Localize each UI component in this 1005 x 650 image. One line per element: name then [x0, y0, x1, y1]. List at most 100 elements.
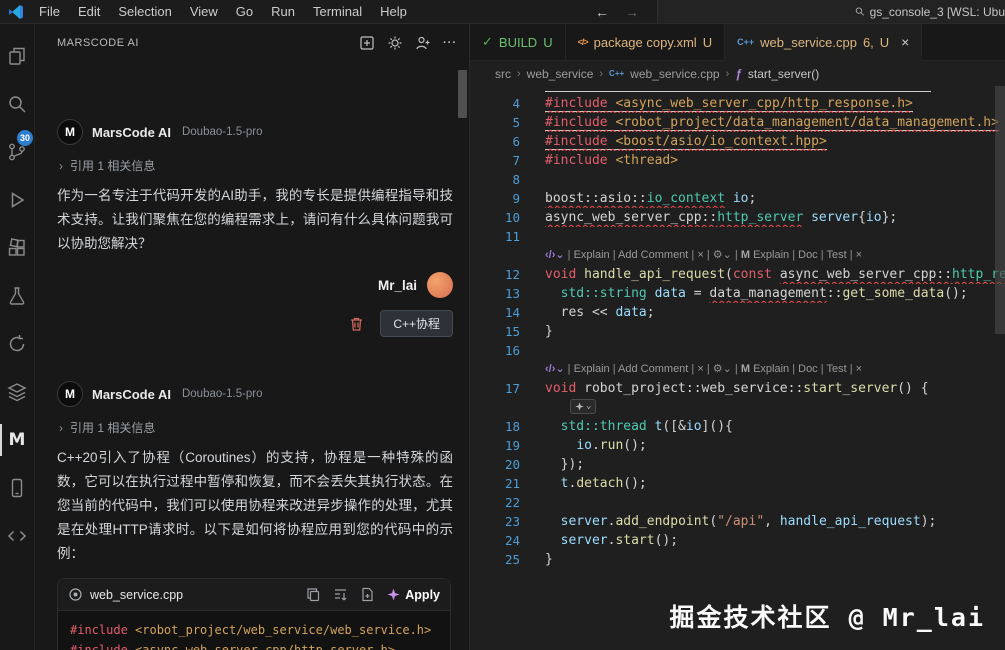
reference-toggle[interactable]: › 引用 1 相关信息: [59, 419, 453, 436]
new-chat-icon[interactable]: [359, 35, 375, 51]
code-line: 13 std::string data = data_management::g…: [470, 284, 1005, 303]
trash-icon: [349, 316, 364, 332]
code-line: 9boost::asio::io_context io;: [470, 189, 1005, 208]
line-number: 10: [470, 208, 540, 227]
menu-file[interactable]: File: [31, 2, 68, 21]
vscode-window: File Edit Selection View Go Run Terminal…: [0, 0, 1005, 650]
tab-web-service-cpp[interactable]: C++ web_service.cpp 6, U ×: [725, 24, 922, 61]
line-number: 9: [470, 189, 540, 208]
assistant-text: 作为一名专注于代码开发的AI助手，我的专长是提供编程指导和技术支持。让我们聚焦在…: [57, 184, 453, 256]
sparkle-icon: [387, 588, 400, 601]
line-number: [470, 86, 540, 94]
context-tag[interactable]: C++协程: [380, 310, 453, 337]
line-number: 18: [470, 417, 540, 436]
close-icon[interactable]: ×: [856, 363, 862, 375]
apply-button[interactable]: Apply: [387, 588, 440, 602]
layers-icon[interactable]: [0, 368, 34, 416]
model-name: Doubao-1.5-pro: [182, 388, 263, 400]
menu-go[interactable]: Go: [228, 2, 261, 21]
inline-action-widget[interactable]: ⌄: [570, 399, 596, 414]
line-number: 7: [470, 151, 540, 170]
menu-run[interactable]: Run: [263, 2, 303, 21]
beaker-icon[interactable]: [0, 272, 34, 320]
codelens-action[interactable]: Test: [826, 363, 846, 375]
line-number: 21: [470, 474, 540, 493]
sidebar-scrollbar[interactable]: [458, 70, 467, 118]
marscode-icon[interactable]: M: [0, 416, 34, 464]
back-arrow-icon[interactable]: ←: [587, 4, 617, 20]
code-line: 20 });: [470, 455, 1005, 474]
menu-terminal[interactable]: Terminal: [305, 2, 370, 21]
code-line: 17void robot_project::web_service::start…: [470, 379, 1005, 398]
delete-message-button[interactable]: [349, 316, 364, 332]
code-line: ⌄: [470, 398, 1005, 417]
user-name: Mr_lai: [378, 278, 417, 293]
reference-toggle[interactable]: › 引用 1 相关信息: [59, 157, 453, 174]
code-line: 25}: [470, 550, 1005, 569]
more-icon[interactable]: ···: [443, 37, 457, 49]
code-line: 19 io.run();: [470, 436, 1005, 455]
search-icon[interactable]: [0, 80, 34, 128]
tab-build[interactable]: ✓ BUILD U: [470, 24, 566, 60]
editor-scrollbar[interactable]: [995, 86, 1005, 334]
copy-icon[interactable]: [306, 587, 321, 602]
code-actions-icon[interactable]: ‹/›⌄: [545, 363, 565, 375]
code-line: 14 res << data;: [470, 303, 1005, 322]
invite-user-icon[interactable]: [415, 35, 431, 51]
breadcrumb: src › web_service › C++ web_service.cpp …: [470, 61, 1005, 86]
codelens-action[interactable]: Explain: [753, 363, 789, 375]
extensions-icon[interactable]: [0, 224, 34, 272]
line-number: [470, 398, 540, 417]
tools-icon[interactable]: ⚙⌄: [713, 363, 732, 375]
code-icon[interactable]: [0, 512, 34, 560]
command-center-search[interactable]: gs_console_3 [WSL: Ubu: [855, 5, 1005, 19]
breadcrumb-src[interactable]: src: [495, 67, 511, 81]
close-icon[interactable]: ×: [901, 34, 909, 50]
codelens-action[interactable]: Doc: [798, 249, 818, 261]
menu-selection[interactable]: Selection: [110, 2, 179, 21]
code-line: 4#include <async_web_server_cpp/http_res…: [470, 94, 1005, 113]
forward-arrow-icon[interactable]: →: [617, 4, 647, 20]
code-line: #include <async_web_server_cpp/http_serv…: [70, 640, 438, 650]
run-debug-icon[interactable]: [0, 176, 34, 224]
codelens-action[interactable]: Doc: [798, 363, 818, 375]
chevron-right-icon: ›: [59, 421, 63, 435]
menu-edit[interactable]: Edit: [70, 2, 108, 21]
line-number: 8: [470, 170, 540, 189]
codelens-action[interactable]: Explain: [753, 249, 789, 261]
new-file-icon[interactable]: [360, 587, 375, 602]
breadcrumb-symbol[interactable]: start_server(): [748, 67, 819, 81]
menu-help[interactable]: Help: [372, 2, 415, 21]
marscode-sidebar: MARSCODE AI ···: [35, 24, 470, 650]
explorer-icon[interactable]: [0, 32, 34, 80]
codelens-action[interactable]: Test: [826, 249, 846, 261]
insert-at-cursor-icon[interactable]: [333, 587, 348, 602]
close-icon[interactable]: ×: [856, 249, 862, 261]
code-line: 8: [470, 170, 1005, 189]
menu-view[interactable]: View: [182, 2, 226, 21]
source-control-icon[interactable]: 30: [0, 128, 34, 176]
line-number: 17: [470, 379, 540, 398]
code-editor[interactable]: 4#include <async_web_server_cpp/http_res…: [470, 86, 1005, 650]
line-number: 22: [470, 493, 540, 512]
breadcrumb-file[interactable]: web_service.cpp: [630, 67, 719, 81]
gear-icon[interactable]: [387, 35, 403, 51]
title-bar: File Edit Selection View Go Run Terminal…: [0, 0, 1005, 24]
code-actions-icon[interactable]: ‹/›⌄: [545, 249, 565, 261]
code-line: 10async_web_server_cpp::http_server serv…: [470, 208, 1005, 227]
breadcrumb-web-service[interactable]: web_service: [527, 67, 594, 81]
codelens-action[interactable]: Add Comment: [618, 249, 688, 261]
mobile-icon[interactable]: [0, 464, 34, 512]
tab-package-copy-xml[interactable]: </> package copy.xml U: [566, 24, 726, 60]
tools-icon[interactable]: ⚙⌄: [713, 249, 732, 261]
codelens-action[interactable]: Explain: [574, 249, 610, 261]
chat-panel: M MarsCode AI Doubao-1.5-pro › 引用 1 相关信息…: [35, 61, 469, 650]
code-line: 18 std::thread t([&io](){: [470, 417, 1005, 436]
code-line: [470, 86, 1005, 94]
sync-icon[interactable]: [0, 320, 34, 368]
line-number: 6: [470, 132, 540, 151]
codelens-action[interactable]: Explain: [574, 363, 610, 375]
code-line: 15}: [470, 322, 1005, 341]
codelens-action[interactable]: Add Comment: [618, 363, 688, 375]
editor-code-lines: 4#include <async_web_server_cpp/http_res…: [470, 86, 1005, 569]
